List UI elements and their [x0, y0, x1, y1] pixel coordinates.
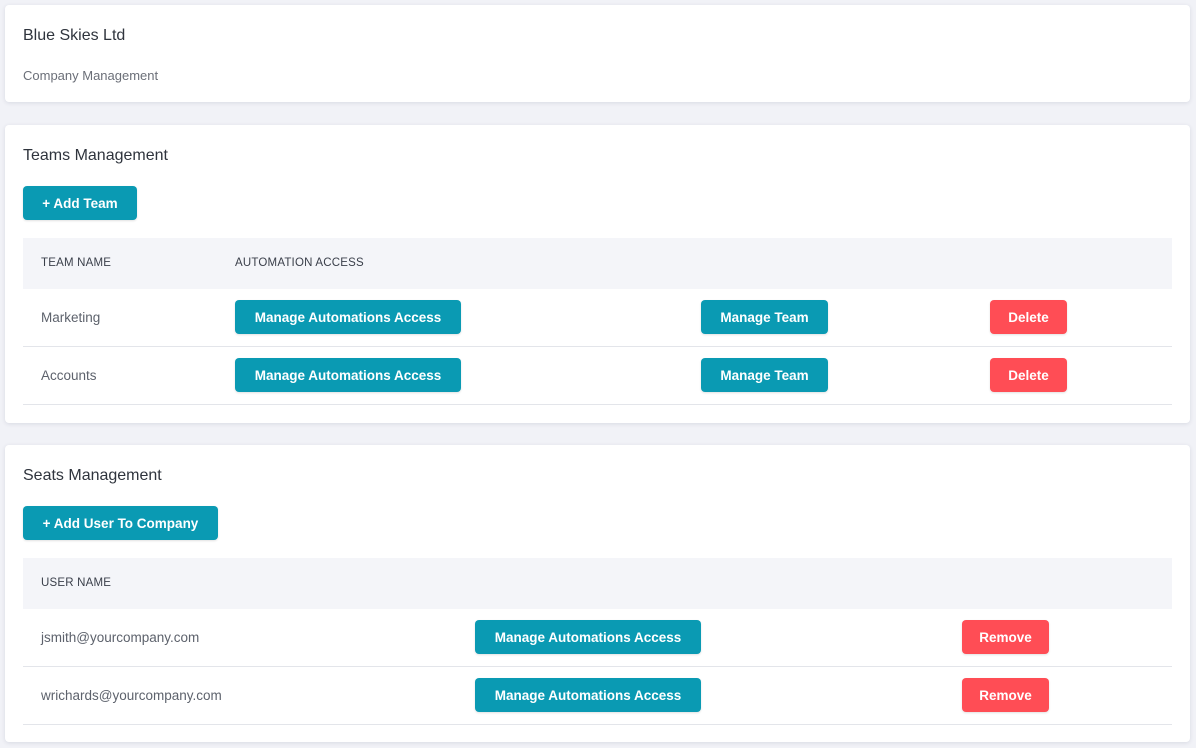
teams-table: TEAM NAME AUTOMATION ACCESS Marketing Ma… — [23, 238, 1172, 406]
seats-table: USER NAME jsmith@yourcompany.com Manage … — [23, 558, 1172, 725]
manage-automations-access-button[interactable]: Manage Automations Access — [475, 620, 701, 654]
add-user-to-company-button[interactable]: + Add User To Company — [23, 506, 218, 540]
delete-team-button[interactable]: Delete — [990, 358, 1067, 392]
team-row: Accounts Manage Automations Access Manag… — [23, 347, 1172, 405]
team-name: Accounts — [41, 368, 97, 383]
delete-team-button[interactable]: Delete — [990, 300, 1067, 334]
teams-table-header: TEAM NAME AUTOMATION ACCESS — [23, 238, 1172, 289]
team-row: Marketing Manage Automations Access Mana… — [23, 289, 1172, 347]
column-header-user-name: USER NAME — [41, 577, 112, 589]
add-team-button[interactable]: + Add Team — [23, 186, 137, 220]
user-email: wrichards@yourcompany.com — [41, 688, 222, 703]
manage-automations-access-button[interactable]: Manage Automations Access — [475, 678, 701, 712]
manage-team-button[interactable]: Manage Team — [701, 300, 828, 334]
column-header-team-name: TEAM NAME — [41, 257, 112, 269]
user-row: wrichards@yourcompany.com Manage Automat… — [23, 667, 1172, 725]
manage-automations-access-button[interactable]: Manage Automations Access — [235, 300, 461, 334]
seats-section-title: Seats Management — [23, 467, 162, 484]
remove-user-button[interactable]: Remove — [962, 678, 1049, 712]
teams-section-title: Teams Management — [23, 147, 168, 164]
page-subtitle: Company Management — [23, 68, 159, 83]
seats-management-card: Seats Management + Add User To Company U… — [5, 445, 1190, 742]
company-header-card: Blue Skies Ltd Company Management — [5, 5, 1190, 102]
manage-team-button[interactable]: Manage Team — [701, 358, 828, 392]
remove-user-button[interactable]: Remove — [962, 620, 1049, 654]
manage-automations-access-button[interactable]: Manage Automations Access — [235, 358, 461, 392]
teams-management-card: Teams Management + Add Team TEAM NAME AU… — [5, 125, 1190, 423]
team-name: Marketing — [41, 310, 101, 325]
user-row: jsmith@yourcompany.com Manage Automation… — [23, 609, 1172, 667]
seats-table-header: USER NAME — [23, 558, 1172, 609]
user-email: jsmith@yourcompany.com — [41, 630, 200, 645]
company-name: Blue Skies Ltd — [23, 27, 126, 44]
column-header-automation-access: AUTOMATION ACCESS — [235, 257, 364, 269]
